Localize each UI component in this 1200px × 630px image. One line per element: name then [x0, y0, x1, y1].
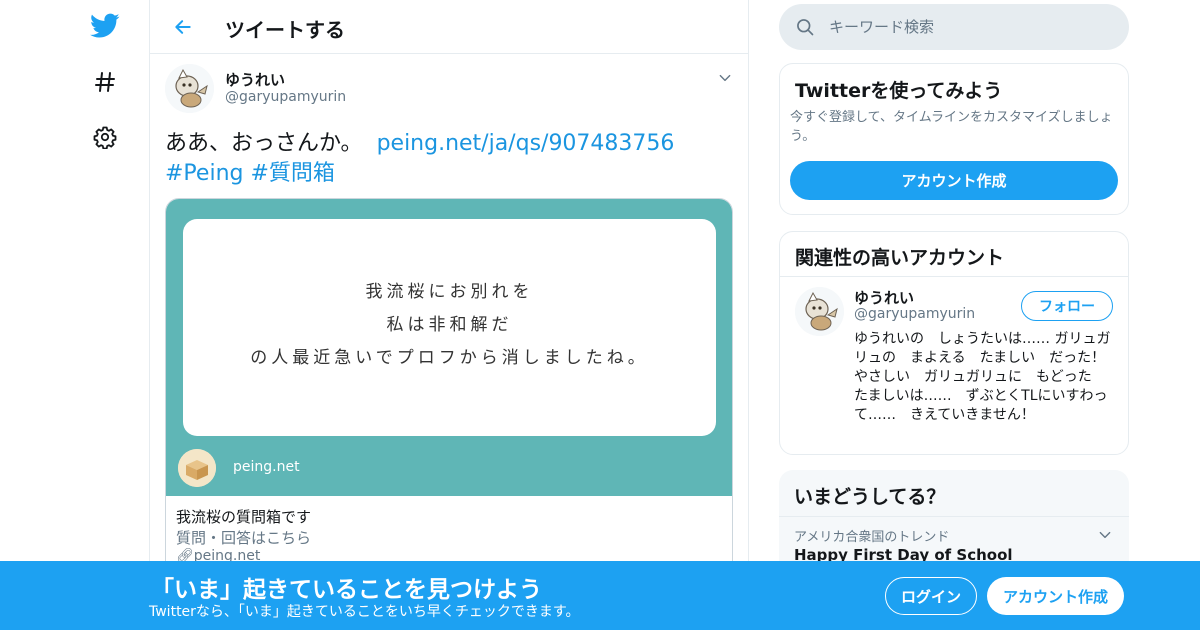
- chevron-down-icon[interactable]: [715, 68, 735, 88]
- card-title: 我流桜の質問箱です: [176, 508, 312, 526]
- tweet-text: ああ、おっさんか。 peing.net/ja/qs/907483756 #Pei…: [165, 129, 735, 189]
- hashtag-icon[interactable]: [85, 62, 125, 102]
- card-description: 質問・回答はこちら: [176, 529, 312, 547]
- signup-panel-title: Twitterを使ってみよう: [795, 80, 1003, 102]
- card-brand: peing.net: [233, 459, 300, 475]
- card-image: 我流桜にお別れを 私は非和解だ の人最近急いでプロフから消しましたね。 pein…: [166, 199, 732, 496]
- link-card[interactable]: 我流桜にお別れを 私は非和解だ の人最近急いでプロフから消しましたね。 pein…: [165, 198, 733, 578]
- main-header: ツイートする: [150, 0, 748, 54]
- related-account-handle[interactable]: @garyupamyurin: [854, 306, 975, 322]
- divider: [780, 276, 1128, 277]
- signup-panel: Twitterを使ってみよう 今すぐ登録して、タイムラインをカスタマイズしましょ…: [779, 63, 1129, 215]
- related-accounts-panel: 関連性の高いアカウント ゆうれい @garyupamyurin フォロー ゆうれ…: [779, 231, 1129, 455]
- card-question-line: 私は非和解だ: [386, 315, 513, 335]
- follow-button[interactable]: フォロー: [1021, 291, 1113, 321]
- search-box[interactable]: [779, 4, 1129, 50]
- tweet-link[interactable]: peing.net/ja/qs/907483756: [377, 131, 675, 156]
- trends-title: いまどうしてる？: [794, 486, 946, 508]
- arrow-left-icon[interactable]: [168, 12, 198, 42]
- tweet-body: ああ、おっさんか。: [165, 131, 363, 156]
- banner-headline: 「いま」起きていることを見つけよう: [151, 577, 542, 603]
- related-account-name[interactable]: ゆうれい: [854, 287, 914, 308]
- card-question-line: の人最近急いでプロフから消しましたね。: [250, 348, 649, 368]
- trend-context: アメリカ合衆国のトレンド: [794, 530, 950, 545]
- gear-icon[interactable]: [85, 117, 125, 157]
- related-account-bio: ゆうれいの しょうたいは…… ガリュガリュの まよえる たましい だった！ やさ…: [854, 331, 1111, 423]
- signup-banner: 「いま」起きていることを見つけよう Twitterなら、「いま」起きていることを…: [0, 561, 1200, 630]
- signup-panel-subtitle: 今すぐ登録して、タイムラインをカスタマイズしましょう。: [790, 110, 1113, 144]
- avatar[interactable]: [165, 64, 214, 113]
- author-handle[interactable]: @garyupamyurin: [225, 89, 346, 105]
- hashtag-link[interactable]: #Peing: [165, 161, 243, 186]
- box-icon: [178, 449, 216, 487]
- hashtag-link[interactable]: #質問箱: [250, 161, 334, 186]
- banner-subtitle: Twitterなら、「いま」起きていることをいち早くチェックできます。: [149, 604, 580, 620]
- related-panel-title: 関連性の高いアカウント: [795, 247, 1005, 269]
- twitter-logo-icon[interactable]: [85, 6, 125, 46]
- chevron-down-icon[interactable]: [1095, 525, 1115, 545]
- card-question-line: 我流桜にお別れを: [365, 282, 534, 302]
- login-button[interactable]: ログイン: [885, 577, 977, 615]
- create-account-button[interactable]: アカウント作成: [790, 161, 1118, 200]
- author-name[interactable]: ゆうれい: [225, 69, 285, 90]
- search-icon: [795, 17, 815, 37]
- signup-button[interactable]: アカウント作成: [987, 577, 1124, 615]
- main-column: ツイートする ゆうれい @garyupamyurin ああ、おっさんか。 pei…: [149, 0, 749, 630]
- left-nav: [0, 0, 150, 630]
- card-question-panel: 我流桜にお別れを 私は非和解だ の人最近急いでプロフから消しましたね。: [183, 219, 716, 436]
- search-input[interactable]: [829, 16, 1109, 38]
- avatar[interactable]: [795, 287, 844, 336]
- page-title: ツイートする: [225, 18, 345, 42]
